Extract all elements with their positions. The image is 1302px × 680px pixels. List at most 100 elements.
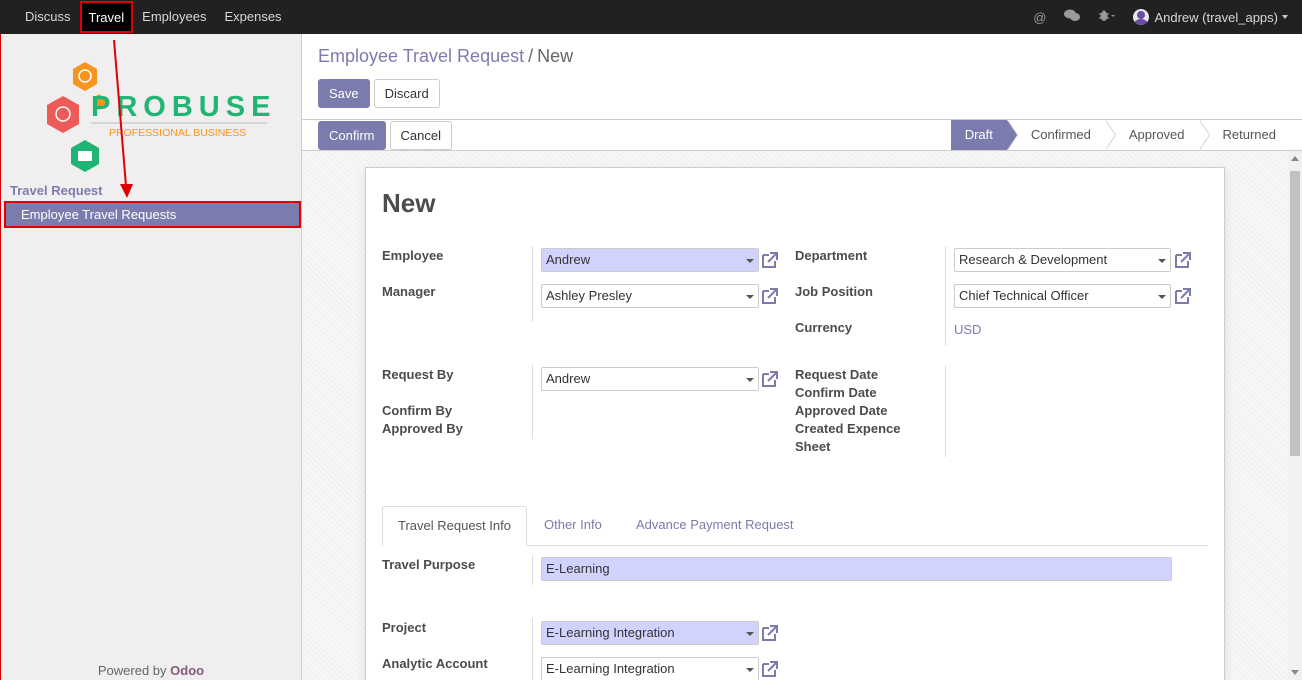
odoo-link[interactable]: Odoo	[170, 663, 204, 678]
sidebar-section-travel-request: Travel Request	[10, 183, 103, 198]
employee-select[interactable]: Andrew	[541, 248, 759, 272]
breadcrumb-current: New	[537, 46, 574, 66]
external-link-icon[interactable]	[760, 250, 780, 270]
sidebar: PROBUSE PROFESSIONAL BUSINESS Travel Req…	[0, 34, 302, 680]
powered-by: Powered by Odoo	[1, 663, 301, 678]
discard-button[interactable]: Discard	[373, 79, 440, 108]
manager-value: Ashley Presley	[546, 288, 632, 303]
stage-confirmed: Confirmed	[1006, 120, 1116, 150]
menu-employees[interactable]: Employees	[133, 0, 215, 34]
user-name: Andrew (travel_apps)	[1154, 9, 1278, 25]
job-position-select[interactable]: Chief Technical Officer	[954, 284, 1171, 308]
external-link-icon[interactable]	[760, 369, 780, 389]
currency-label: Currency	[795, 320, 853, 335]
scroll-up-icon[interactable]	[1291, 156, 1299, 161]
breadcrumb: Employee Travel Request / New	[318, 46, 573, 67]
department-value: Research & Development	[959, 252, 1108, 267]
workflow-buttons: Confirm Cancel	[318, 121, 452, 150]
divider	[532, 555, 533, 585]
breadcrumb-separator: /	[528, 46, 534, 66]
analytic-account-label: Analytic Account	[382, 656, 488, 671]
stage-draft: Draft	[950, 120, 1019, 150]
approved-date-label: Approved Date	[795, 403, 888, 418]
form-background: New Employee Manager Andrew Ashley Presl…	[302, 151, 1288, 680]
notebook-tabs: Travel Request Info Other Info Advance P…	[382, 506, 1208, 546]
menu-travel[interactable]: Travel	[79, 1, 134, 33]
tab-other-info[interactable]: Other Info	[529, 506, 617, 546]
created-expense-sheet-label: Created Expence	[795, 421, 901, 436]
stage-pipeline: Draft Confirmed Approved Returned	[950, 120, 1290, 150]
control-panel: Employee Travel Request / New Save Discard	[302, 34, 1302, 120]
chevron-down-icon	[746, 668, 754, 672]
request-by-select[interactable]: Andrew	[541, 367, 759, 391]
powered-by-text: Powered by	[97, 663, 167, 678]
department-label: Department	[795, 248, 868, 263]
travel-purpose-value: E-Learning	[546, 561, 610, 576]
chevron-down-icon	[1158, 295, 1166, 299]
divider	[945, 246, 946, 346]
main-area: Employee Travel Request / New Save Discard…	[302, 34, 1302, 680]
chevron-down-icon	[746, 295, 754, 299]
job-position-label: Job Position	[795, 284, 873, 299]
external-link-icon[interactable]	[760, 623, 780, 643]
divider	[532, 246, 533, 322]
project-label: Project	[382, 620, 427, 635]
breadcrumb-parent[interactable]: Employee Travel Request	[318, 46, 524, 66]
employee-value: Andrew	[546, 252, 591, 267]
menu-discuss[interactable]: Discuss	[16, 0, 80, 34]
project-value: E-Learning Integration	[546, 625, 675, 640]
tab-advance-payment-request[interactable]: Advance Payment Request	[621, 506, 809, 546]
cancel-button[interactable]: Cancel	[389, 121, 452, 150]
menu-expenses[interactable]: Expenses	[215, 0, 290, 34]
app-menu: Discuss Travel Employees Expenses	[0, 0, 291, 34]
request-date-label: Request Date	[795, 367, 879, 382]
svg-text:PROFESSIONAL BUSINESS: PROFESSIONAL BUSINESS	[109, 127, 246, 139]
confirm-by-label: Confirm By	[382, 403, 453, 418]
project-select[interactable]: E-Learning Integration	[541, 621, 759, 645]
status-bar: Confirm Cancel Draft Confirmed Approved …	[302, 119, 1302, 151]
chevron-down-icon	[1158, 259, 1166, 263]
record-title: New	[382, 188, 436, 218]
chevron-down-icon	[746, 378, 754, 382]
manager-select[interactable]: Ashley Presley	[541, 284, 759, 308]
systray: @ Andrew (travel_apps)	[1024, 0, 1302, 34]
save-button[interactable]: Save	[318, 79, 370, 108]
avatar	[1133, 9, 1150, 25]
debug-bug-icon[interactable]	[1098, 9, 1116, 25]
chevron-down-icon	[746, 259, 754, 263]
scrollbar-thumb[interactable]	[1290, 171, 1300, 456]
top-navbar: Discuss Travel Employees Expenses @ Andr…	[0, 0, 1302, 34]
job-position-value: Chief Technical Officer	[959, 288, 1089, 303]
approved-by-label: Approved By	[382, 421, 463, 436]
sidebar-item-employee-travel-requests[interactable]: Employee Travel Requests	[4, 201, 301, 228]
confirm-button[interactable]: Confirm	[318, 121, 386, 150]
form-buttons: Save Discard	[318, 79, 440, 108]
external-link-icon[interactable]	[760, 286, 780, 306]
request-by-value: Andrew	[546, 371, 591, 386]
external-link-icon[interactable]	[1173, 286, 1193, 306]
scroll-down-icon[interactable]	[1291, 670, 1299, 675]
chevron-down-icon	[1282, 15, 1288, 19]
probuse-logo: PROBUSE PROFESSIONAL BUSINESS	[47, 62, 270, 172]
manager-label: Manager	[382, 284, 436, 299]
external-link-icon[interactable]	[1173, 250, 1193, 270]
analytic-account-select[interactable]: E-Learning Integration	[541, 657, 759, 680]
travel-purpose-label: Travel Purpose	[382, 557, 476, 572]
tab-travel-request-info[interactable]: Travel Request Info	[382, 506, 527, 546]
divider	[532, 618, 533, 680]
employee-label: Employee	[382, 248, 444, 263]
request-by-label: Request By	[382, 367, 454, 382]
external-link-icon[interactable]	[760, 659, 780, 679]
chat-icon[interactable]	[1064, 9, 1081, 25]
mention-icon[interactable]: @	[1033, 10, 1046, 25]
vertical-scrollbar[interactable]	[1288, 151, 1302, 680]
divider	[532, 365, 533, 439]
travel-purpose-input[interactable]: E-Learning	[541, 557, 1172, 581]
department-select[interactable]: Research & Development	[954, 248, 1171, 272]
chevron-down-icon	[746, 632, 754, 636]
user-menu[interactable]: Andrew (travel_apps)	[1133, 9, 1292, 25]
currency-value[interactable]: USD	[954, 322, 981, 337]
analytic-account-value: E-Learning Integration	[546, 661, 675, 676]
created-expense-sheet-label-cont: Sheet	[795, 439, 831, 454]
form-sheet: New Employee Manager Andrew Ashley Presl…	[365, 167, 1225, 680]
